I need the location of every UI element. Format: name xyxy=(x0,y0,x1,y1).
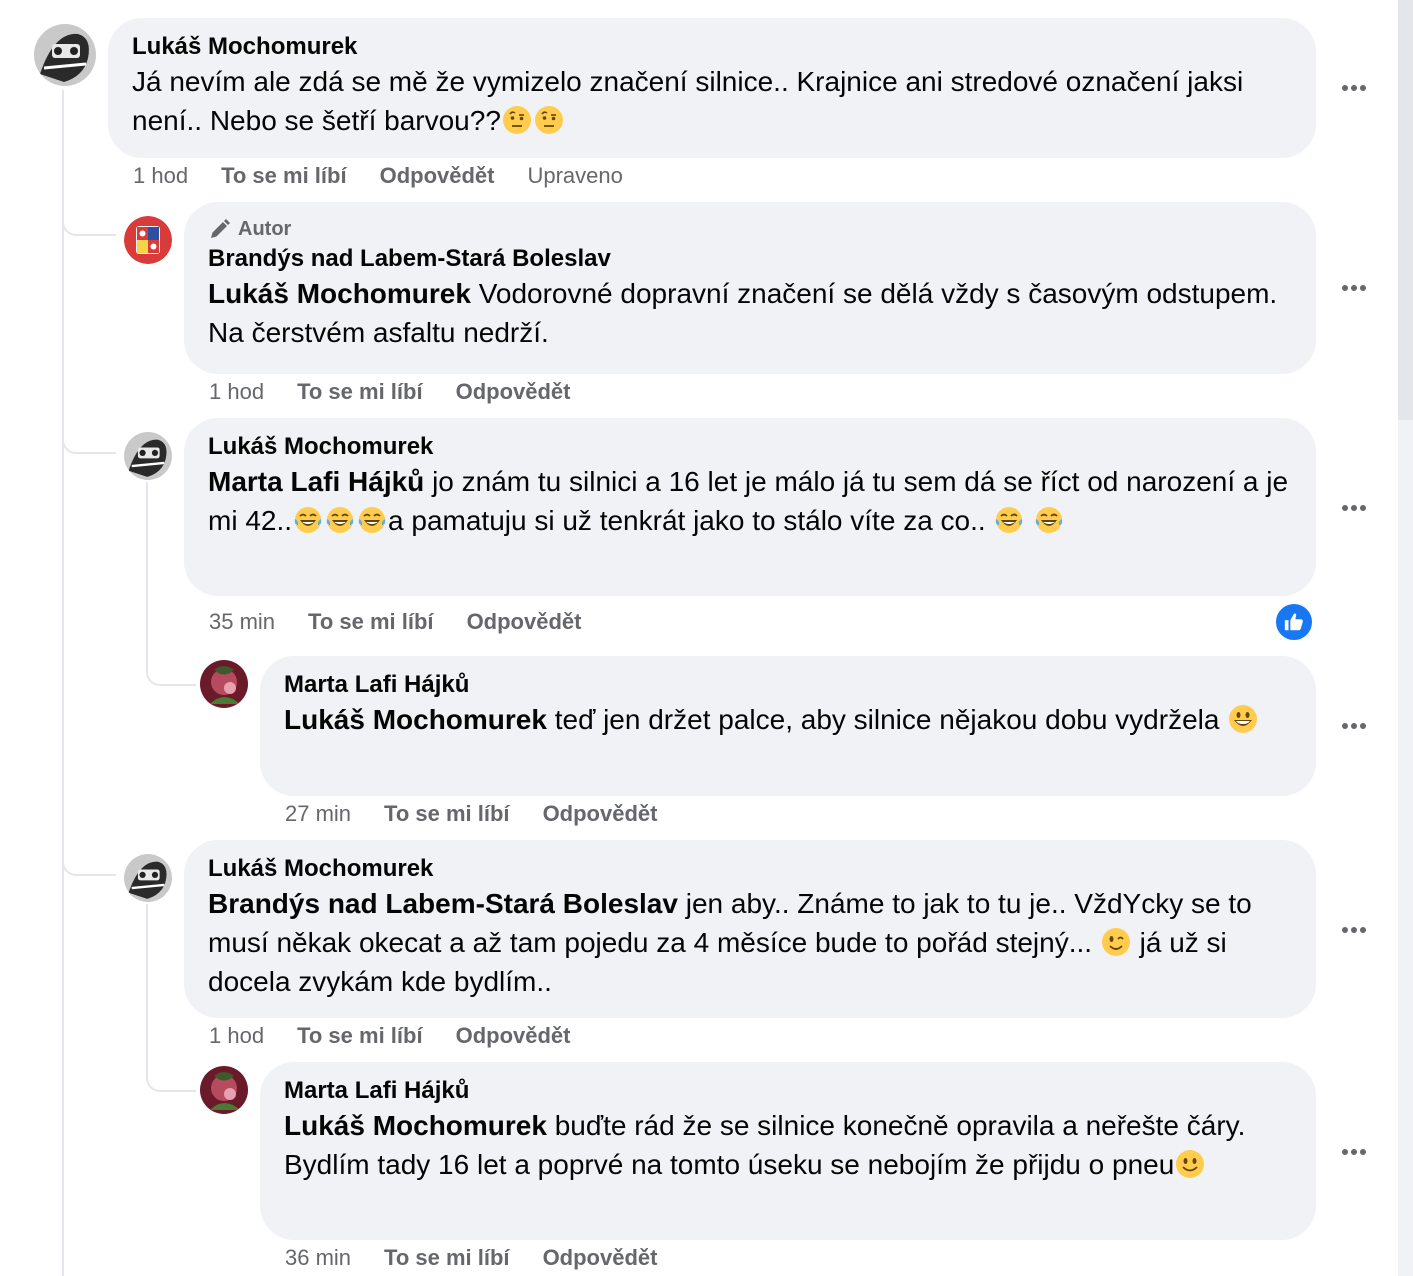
comment-bubble: Marta Lafi Hájků Lukáš Mochomurek teď je… xyxy=(260,656,1316,796)
reply-button[interactable]: Odpovědět xyxy=(456,378,571,406)
winking-emoji-icon xyxy=(1101,927,1131,957)
comment-timestamp[interactable]: 1 hod xyxy=(209,1022,264,1050)
more-options-icon[interactable] xyxy=(1336,708,1372,744)
laughing-tears-emoji-icon xyxy=(293,505,323,535)
reply-button[interactable]: Odpovědět xyxy=(543,1244,658,1272)
comment-actions: 1 hod To se mi líbí Odpovědět xyxy=(209,378,603,406)
reply-button[interactable]: Odpovědět xyxy=(543,800,658,828)
comment-actions: 35 min To se mi líbí Odpovědět xyxy=(209,608,614,636)
comment-author[interactable]: Lukáš Mochomurek xyxy=(208,432,1292,462)
avatar[interactable] xyxy=(124,854,172,902)
comment-timestamp[interactable]: 27 min xyxy=(285,800,351,828)
comment-bubble: Lukáš Mochomurek Já nevím ale zdá se mě … xyxy=(108,18,1316,158)
comment-author[interactable]: Marta Lafi Hájků xyxy=(284,1076,1292,1106)
avatar[interactable] xyxy=(34,24,96,86)
raised-eyebrow-emoji-icon xyxy=(534,105,564,135)
comment-text: Brandýs nad Labem-Stará Boleslav jen aby… xyxy=(208,888,1252,997)
mention-link[interactable]: Lukáš Mochomurek xyxy=(208,278,471,309)
author-badge-label: Autor xyxy=(238,218,292,240)
pencil-author-icon xyxy=(211,219,230,238)
page-edge-strip xyxy=(1398,0,1413,1276)
more-options-icon[interactable] xyxy=(1336,70,1372,106)
laughing-tears-emoji-icon xyxy=(994,505,1024,535)
like-button[interactable]: To se mi líbí xyxy=(384,800,510,828)
mention-link[interactable]: Lukáš Mochomurek xyxy=(284,1110,547,1141)
comment-author[interactable]: Brandýs nad Labem-Stará Boleslav xyxy=(208,244,1292,274)
thread-branch-curve xyxy=(146,640,196,686)
like-reaction-icon[interactable] xyxy=(1274,602,1314,642)
comment-bubble: Marta Lafi Hájků Lukáš Mochomurek buďte … xyxy=(260,1062,1316,1240)
laughing-tears-emoji-icon xyxy=(325,505,355,535)
comment-text: Marta Lafi Hájků jo znám tu silnici a 16… xyxy=(208,466,1289,536)
raised-eyebrow-emoji-icon xyxy=(502,105,532,135)
mention-link[interactable]: Lukáš Mochomurek xyxy=(284,704,547,735)
like-button[interactable]: To se mi líbí xyxy=(221,162,347,190)
thread-branch-curve xyxy=(146,1050,196,1092)
comment-actions: 1 hod To se mi líbí Odpovědět xyxy=(209,1022,603,1050)
thread-line-sub xyxy=(146,482,148,662)
like-button[interactable]: To se mi líbí xyxy=(384,1244,510,1272)
thread-branch-curve xyxy=(62,414,116,454)
comment-text: Lukáš Mochomurek buďte rád že se silnice… xyxy=(284,1110,1246,1180)
thread-branch-curve xyxy=(62,196,116,236)
comment-timestamp[interactable]: 36 min xyxy=(285,1244,351,1272)
like-button[interactable]: To se mi líbí xyxy=(297,1022,423,1050)
comment-timestamp[interactable]: 1 hod xyxy=(133,162,188,190)
comment-text: Lukáš Mochomurek Vodorovné dopravní znač… xyxy=(208,278,1278,348)
comment-bubble: Lukáš Mochomurek Brandýs nad Labem-Stará… xyxy=(184,840,1316,1018)
comment-bubble: Lukáš Mochomurek Marta Lafi Hájků jo zná… xyxy=(184,418,1316,596)
more-options-icon[interactable] xyxy=(1336,490,1372,526)
comment-actions: 1 hod To se mi líbí Odpovědět Upraveno xyxy=(133,162,623,190)
mention-link[interactable]: Brandýs nad Labem-Stará Boleslav xyxy=(208,888,678,919)
grinning-emoji-icon xyxy=(1228,704,1258,734)
avatar[interactable] xyxy=(124,432,172,480)
author-badge: Autor xyxy=(208,216,1292,242)
reply-button[interactable]: Odpovědět xyxy=(467,608,582,636)
smiling-emoji-icon xyxy=(1175,1149,1205,1179)
comment-bubble: Autor Brandýs nad Labem-Stará Boleslav L… xyxy=(184,202,1316,374)
more-options-icon[interactable] xyxy=(1336,912,1372,948)
thread-branch-curve xyxy=(62,836,116,876)
comment-author[interactable]: Lukáš Mochomurek xyxy=(208,854,1292,884)
like-button[interactable]: To se mi líbí xyxy=(297,378,423,406)
more-options-icon[interactable] xyxy=(1336,1134,1372,1170)
comment-author[interactable]: Marta Lafi Hájků xyxy=(284,670,1292,700)
edited-label: Upraveno xyxy=(527,163,623,188)
thread-line-sub xyxy=(146,904,148,1074)
comment-timestamp[interactable]: 1 hod xyxy=(209,378,264,406)
avatar[interactable] xyxy=(124,216,172,264)
comment-author[interactable]: Lukáš Mochomurek xyxy=(132,32,1292,62)
laughing-tears-emoji-icon xyxy=(357,505,387,535)
avatar[interactable] xyxy=(200,660,248,708)
comment-actions: 36 min To se mi líbí Odpovědět xyxy=(285,1244,690,1272)
mention-link[interactable]: Marta Lafi Hájků xyxy=(208,466,424,497)
comment-actions: 27 min To se mi líbí Odpovědět xyxy=(285,800,690,828)
reply-button[interactable]: Odpovědět xyxy=(380,162,495,190)
laughing-tears-emoji-icon xyxy=(1034,505,1064,535)
comment-text: Já nevím ale zdá se mě že vymizelo znače… xyxy=(132,66,1244,136)
comment-timestamp[interactable]: 35 min xyxy=(209,608,275,636)
comment-text: Lukáš Mochomurek teď jen držet palce, ab… xyxy=(284,700,1292,739)
thread-line-main xyxy=(62,90,64,1276)
reply-button[interactable]: Odpovědět xyxy=(456,1022,571,1050)
more-options-icon[interactable] xyxy=(1336,270,1372,306)
like-button[interactable]: To se mi líbí xyxy=(308,608,434,636)
avatar[interactable] xyxy=(200,1066,248,1114)
